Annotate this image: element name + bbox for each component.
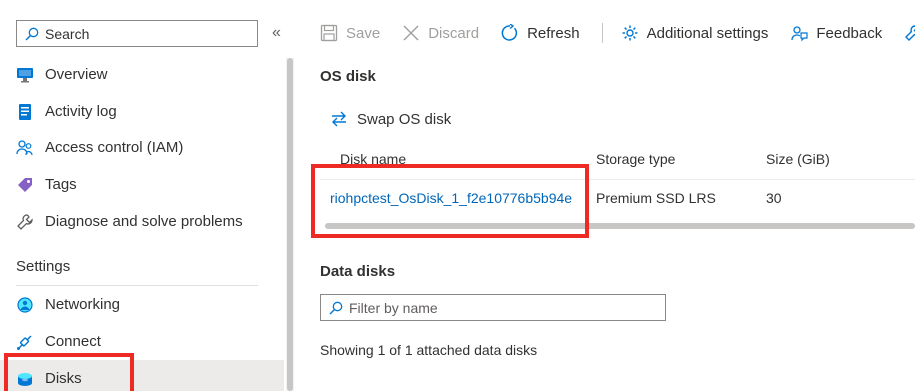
toolbar-divider	[601, 23, 603, 43]
troubleshoot-button[interactable]	[904, 24, 915, 42]
discard-button[interactable]: Discard	[402, 24, 479, 42]
data-disks-summary: Showing 1 of 1 attached data disks	[320, 342, 538, 358]
sidebar-item-activity-log[interactable]: Activity log	[0, 93, 284, 130]
settings-section-header: Settings	[16, 258, 71, 275]
left-nav: « Overview Activity log Access control (…	[0, 0, 284, 391]
activity-log-icon	[16, 103, 34, 121]
collapse-sidebar-icon[interactable]: «	[272, 24, 281, 42]
sidebar-item-access-control[interactable]: Access control (IAM)	[0, 129, 284, 166]
sidebar-item-diagnose[interactable]: Diagnose and solve problems	[0, 203, 284, 240]
column-header-size[interactable]: Size (GiB)	[766, 151, 830, 167]
sidebar-scrollbar[interactable]	[286, 58, 294, 391]
overview-icon	[16, 66, 34, 84]
close-icon	[402, 24, 420, 42]
data-disks-heading: Data disks	[320, 263, 396, 280]
highlight-box-disks-nav	[4, 353, 134, 391]
save-button[interactable]: Save	[320, 24, 380, 42]
sidebar-item-overview[interactable]: Overview	[0, 56, 284, 93]
search-icon	[329, 301, 343, 315]
sidebar-search[interactable]	[16, 20, 258, 47]
filter-by-name-input[interactable]	[349, 299, 649, 316]
command-bar: Save Discard Refresh Additional settings…	[320, 18, 915, 48]
networking-icon	[16, 296, 34, 314]
access-control-icon	[16, 139, 34, 157]
additional-settings-button[interactable]: Additional settings	[621, 24, 768, 42]
tag-icon	[16, 176, 34, 194]
os-disk-size: 30	[766, 190, 782, 206]
wrench-icon	[16, 213, 34, 231]
swap-os-disk-button[interactable]: Swap OS disk	[330, 110, 451, 128]
feedback-button[interactable]: Feedback	[790, 24, 882, 42]
column-header-storage-type[interactable]: Storage type	[596, 151, 675, 167]
gear-icon	[621, 24, 639, 42]
swap-icon	[330, 110, 348, 128]
os-disk-heading: OS disk	[320, 68, 376, 85]
search-input[interactable]	[45, 25, 245, 42]
sidebar-scrollbar-thumb[interactable]	[287, 58, 293, 391]
wrench-icon	[904, 24, 915, 42]
refresh-icon	[501, 24, 519, 42]
data-disks-filter[interactable]	[320, 294, 666, 321]
os-disk-storage-type: Premium SSD LRS	[596, 190, 716, 206]
connect-icon	[16, 333, 34, 351]
save-icon	[320, 24, 338, 42]
sidebar-item-networking[interactable]: Networking	[0, 286, 284, 323]
feedback-icon	[790, 24, 808, 42]
sidebar-item-tags[interactable]: Tags	[0, 166, 284, 203]
search-icon	[25, 27, 39, 41]
refresh-button[interactable]: Refresh	[501, 24, 580, 42]
highlight-box-os-disk-name	[311, 164, 589, 238]
